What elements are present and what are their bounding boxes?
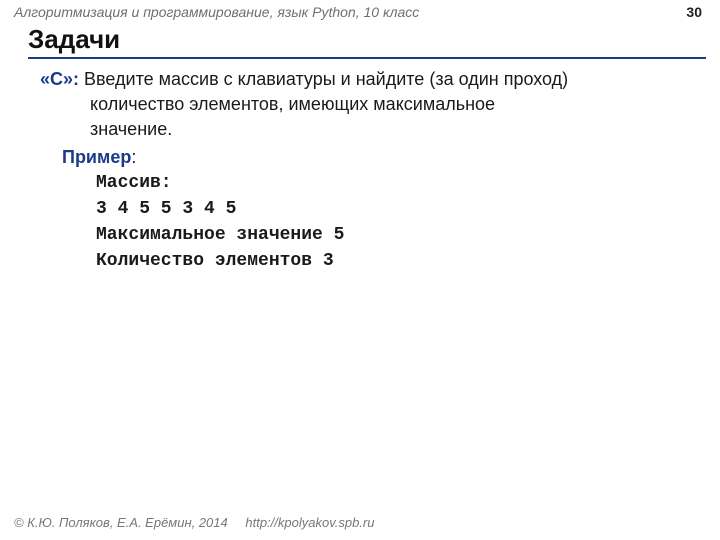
task-text-1: Введите массив с клавиатуры и найдите (з… (84, 69, 568, 89)
example-line-4: Количество элементов 3 (96, 248, 690, 274)
task-marker: «C»: (40, 69, 79, 89)
task-line-1: «C»: Введите массив с клавиатуры и найди… (40, 67, 690, 92)
example-colon: : (131, 147, 136, 167)
example-line-3: Максимальное значение 5 (96, 222, 690, 248)
example-label: Пример (62, 147, 131, 167)
title-container: Задачи (28, 24, 706, 59)
header-bar: Алгоритмизация и программирование, язык … (0, 0, 720, 22)
example-line-1: Массив: (96, 170, 690, 196)
task-block: «C»: Введите массив с клавиатуры и найди… (40, 67, 690, 143)
task-line-2: количество элементов, имеющих максимальн… (90, 92, 690, 117)
example-block: Пример: Массив: 3 4 5 5 3 4 5 Максимальн… (40, 145, 690, 275)
page-title: Задачи (28, 24, 706, 55)
footer: © К.Ю. Поляков, Е.А. Ерёмин, 2014 http:/… (14, 515, 374, 530)
content-area: «C»: Введите массив с клавиатуры и найди… (0, 59, 720, 274)
footer-copyright: © К.Ю. Поляков, Е.А. Ерёмин, 2014 (14, 515, 228, 530)
example-line-2: 3 4 5 5 3 4 5 (96, 196, 690, 222)
page-number: 30 (686, 4, 702, 20)
course-title: Алгоритмизация и программирование, язык … (14, 4, 419, 20)
footer-url: http://kpolyakov.spb.ru (245, 515, 374, 530)
task-line-3: значение. (90, 117, 690, 142)
